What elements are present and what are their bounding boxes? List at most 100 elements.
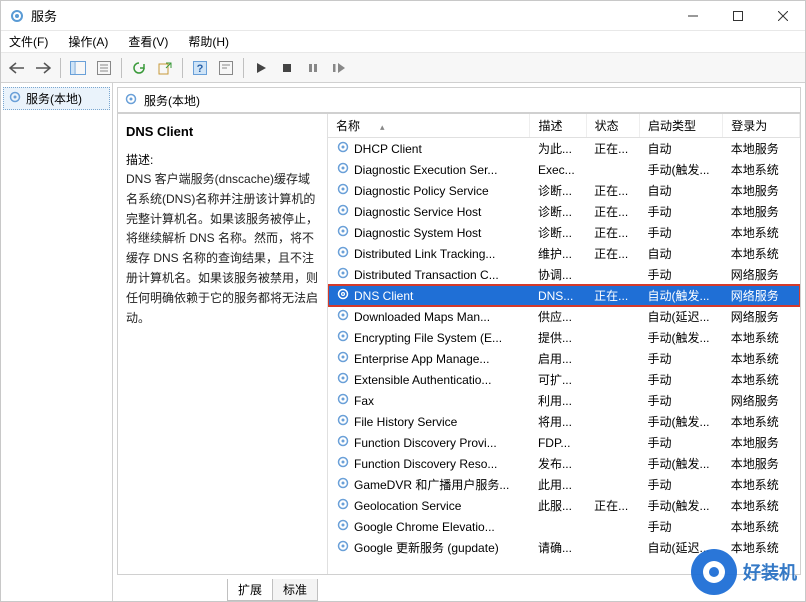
cell-logon: 本地服务 [723,138,800,160]
svg-text:?: ? [197,63,204,75]
table-row[interactable]: Google Chrome Elevatio...手动本地系统 [328,516,800,537]
cell-startup: 手动(触发... [640,411,723,432]
table-row[interactable]: Distributed Link Tracking...维护...正在...自动… [328,243,800,264]
col-name[interactable]: 名称▴ [328,114,530,138]
cell-name: Function Discovery Provi... [328,432,530,453]
cell-logon: 本地系统 [723,222,800,243]
gear-icon [336,203,350,220]
cell-desc: 提供... [530,327,586,348]
cell-logon: 本地系统 [723,516,800,537]
table-row[interactable]: Fax利用...手动网络服务 [328,390,800,411]
maximize-button[interactable] [715,1,760,31]
table-row[interactable]: Diagnostic Policy Service诊断...正在...自动本地服… [328,180,800,201]
start-service-button[interactable] [249,56,273,80]
cell-name: DNS Client [328,285,530,306]
cell-logon: 本地系统 [723,327,800,348]
minimize-button[interactable] [670,1,715,31]
cell-name: Extensible Authenticatio... [328,369,530,390]
service-name-text: Diagnostic Service Host [354,205,481,219]
cell-desc: 协调... [530,264,586,285]
table-row[interactable]: Distributed Transaction C...协调...手动网络服务 [328,264,800,285]
pause-service-button[interactable] [301,56,325,80]
cell-status [586,411,639,432]
tree-item-services-local[interactable]: 服务(本地) [3,87,110,110]
col-desc[interactable]: 描述 [530,114,586,138]
table-row[interactable]: Extensible Authenticatio...可扩...手动本地系统 [328,369,800,390]
cell-desc: 请确... [530,537,586,558]
service-name-text: Fax [354,394,374,408]
cell-desc: 发布... [530,453,586,474]
table-row[interactable]: Function Discovery Provi...FDP...手动本地服务 [328,432,800,453]
forward-button[interactable] [31,56,55,80]
service-name-text: Function Discovery Provi... [354,436,497,450]
table-row[interactable]: Diagnostic System Host诊断...正在...手动本地系统 [328,222,800,243]
table-row[interactable]: Diagnostic Service Host诊断...正在...手动本地服务 [328,201,800,222]
help-button[interactable]: ? [188,56,212,80]
refresh-button[interactable] [127,56,151,80]
service-name-text: Encrypting File System (E... [354,331,502,345]
cell-status [586,432,639,453]
cell-name: Google Chrome Elevatio... [328,516,530,537]
menu-file[interactable]: 文件(F) [5,31,52,52]
table-row[interactable]: Encrypting File System (E... 提供... 手动(触发..… [328,327,800,348]
menu-help[interactable]: 帮助(H) [184,31,233,52]
table-row[interactable]: DHCP Client为此...正在...自动本地服务 [328,138,800,160]
export-list-button[interactable] [92,56,116,80]
tree-item-label: 服务(本地) [26,90,82,107]
cell-status [586,159,639,180]
close-button[interactable] [760,1,805,31]
col-logon[interactable]: 登录为 [723,114,800,138]
cell-startup: 自动(延迟... [640,537,723,558]
title-bar: 服务 [1,1,805,31]
cell-startup: 手动 [640,369,723,390]
separator [243,58,244,78]
service-name-text: Function Discovery Reso... [354,457,497,471]
tab-extended[interactable]: 扩展 [227,579,273,601]
cell-logon: 本地系统 [723,159,800,180]
table-row[interactable]: File History Service将用...手动(触发...本地系统 [328,411,800,432]
gear-icon [336,329,350,346]
table-row[interactable]: DNS ClientDNS...正在...自动(触发...网络服务 [328,285,800,306]
menu-view[interactable]: 查看(V) [124,31,172,52]
cell-desc: 诊断... [530,222,586,243]
service-name-text: Geolocation Service [354,499,461,513]
cell-status: 正在... [586,243,639,264]
cell-name: Distributed Link Tracking... [328,243,530,264]
table-row[interactable]: Diagnostic Execution Ser...Exec...手动(触发.… [328,159,800,180]
gear-icon [336,434,350,451]
properties-button[interactable] [214,56,238,80]
export-button[interactable] [153,56,177,80]
service-name-text: Downloaded Maps Man... [354,310,490,324]
cell-desc: 此用... [530,474,586,495]
table-row[interactable]: Google 更新服务 (gupdate)请确...自动(延迟...本地系统 [328,537,800,558]
cell-logon: 本地服务 [723,432,800,453]
table-row[interactable]: Enterprise App Manage...启用...手动本地系统 [328,348,800,369]
cell-status [586,348,639,369]
cell-name: Diagnostic Execution Ser... [328,159,530,180]
gear-icon [336,266,350,283]
gear-icon [336,161,350,178]
service-name-text: Distributed Link Tracking... [354,247,495,261]
service-name-text: File History Service [354,415,457,429]
stop-service-button[interactable] [275,56,299,80]
table-row[interactable]: Geolocation Service此服...正在...手动(触发...本地系… [328,495,800,516]
cell-startup: 手动(触发... [640,327,723,348]
cell-name: Enterprise App Manage... [328,348,530,369]
menu-bar: 文件(F) 操作(A) 查看(V) 帮助(H) [1,31,805,53]
table-row[interactable]: Downloaded Maps Man...供应...自动(延迟...网络服务 [328,306,800,327]
table-row[interactable]: Function Discovery Reso...发布...手动(触发...本… [328,453,800,474]
cell-status: 正在... [586,495,639,516]
col-startup[interactable]: 启动类型 [640,114,723,138]
cell-status [586,474,639,495]
gear-icon [336,371,350,388]
services-table-wrap[interactable]: 名称▴ 描述 状态 启动类型 登录为 DHCP Client为此...正在...… [328,114,800,574]
table-row[interactable]: GameDVR 和广播用户服务...此用...手动本地系统 [328,474,800,495]
show-hide-tree-button[interactable] [66,56,90,80]
menu-action[interactable]: 操作(A) [64,31,112,52]
col-status[interactable]: 状态 [586,114,639,138]
back-button[interactable] [5,56,29,80]
tab-standard[interactable]: 标准 [272,579,318,601]
separator [182,58,183,78]
restart-service-button[interactable] [327,56,351,80]
bottom-tabs: 扩展 标准 [113,579,805,601]
